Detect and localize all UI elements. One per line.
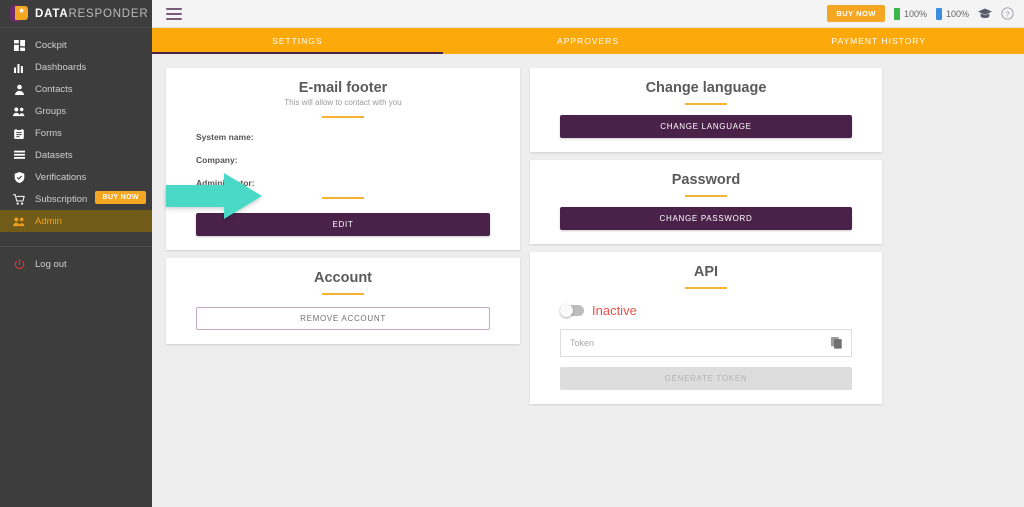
sidebar-item-label: Cockpit bbox=[35, 39, 67, 51]
hamburger-menu-icon[interactable] bbox=[166, 7, 182, 20]
remove-account-button[interactable]: REMOVE ACCOUNT bbox=[196, 307, 490, 330]
bar-chart-icon bbox=[10, 62, 28, 73]
password-card: Password CHANGE PASSWORD bbox=[530, 160, 882, 244]
people-group-icon bbox=[10, 106, 28, 117]
api-status-label: Inactive bbox=[592, 303, 637, 318]
top-bar: BUY NOW 100% 100% ? bbox=[152, 0, 1024, 28]
generate-token-button[interactable]: GENERATE TOKEN bbox=[560, 367, 852, 390]
tab-settings[interactable]: SETTINGS bbox=[152, 28, 443, 54]
card-subtitle: This will allow to contact with you bbox=[284, 98, 402, 107]
sidebar-item-label: Admin bbox=[35, 215, 62, 227]
field-system-name: System name: bbox=[196, 132, 254, 142]
green-battery-icon bbox=[893, 7, 900, 20]
sidebar-item-logout[interactable]: Log out bbox=[0, 253, 152, 275]
sidebar-buy-now-badge[interactable]: BUY NOW bbox=[95, 191, 146, 204]
app-root: ★ DATARESPONDER Cockpit Dashboards Conta… bbox=[0, 0, 1024, 507]
meter-value: 100% bbox=[945, 8, 969, 19]
power-icon bbox=[10, 258, 28, 270]
card-title: Password bbox=[671, 172, 741, 188]
divider-rule bbox=[685, 287, 727, 289]
toggle-knob bbox=[560, 304, 573, 317]
people-group-icon bbox=[10, 216, 28, 227]
divider-rule bbox=[685, 195, 727, 197]
edit-button[interactable]: EDIT bbox=[196, 213, 490, 236]
sidebar-item-dashboards[interactable]: Dashboards bbox=[0, 56, 152, 78]
change-language-button[interactable]: CHANGE LANGUAGE bbox=[560, 115, 852, 138]
sidebar-item-cockpit[interactable]: Cockpit bbox=[0, 34, 152, 56]
api-active-toggle[interactable] bbox=[560, 304, 584, 317]
blue-battery-icon bbox=[935, 7, 942, 20]
sidebar-item-label: Log out bbox=[35, 258, 67, 270]
email-footer-card: E-mail footer This will allow to contact… bbox=[166, 68, 520, 250]
card-title: Change language bbox=[645, 80, 767, 96]
api-toggle-row: Inactive bbox=[560, 303, 852, 318]
sidebar-item-datasets[interactable]: Datasets bbox=[0, 144, 152, 166]
sidebar-item-subscription[interactable]: Subscription BUY NOW bbox=[0, 188, 152, 210]
sidebar: ★ DATARESPONDER Cockpit Dashboards Conta… bbox=[0, 0, 152, 507]
card-title: E-mail footer bbox=[298, 80, 388, 96]
api-token-field[interactable] bbox=[560, 329, 852, 357]
sidebar-item-label: Verifications bbox=[35, 171, 87, 183]
card-title: Account bbox=[314, 270, 372, 286]
top-bar-right-group: BUY NOW 100% 100% ? bbox=[827, 5, 1014, 22]
meter-value: 100% bbox=[903, 8, 927, 19]
svg-text:?: ? bbox=[1005, 9, 1009, 18]
brand-name-bold: DATA bbox=[35, 7, 69, 20]
api-card: API Inactive Token GENERATE TOKEN bbox=[530, 252, 882, 404]
help-circle-icon[interactable]: ? bbox=[1001, 7, 1014, 20]
divider-rule-bottom bbox=[322, 197, 364, 199]
list-lines-icon bbox=[10, 150, 28, 161]
brand-name: DATARESPONDER bbox=[35, 8, 148, 20]
dashboard-grid-icon bbox=[10, 39, 28, 51]
divider-rule bbox=[685, 103, 727, 105]
sidebar-item-label: Dashboards bbox=[35, 61, 87, 73]
field-administrator: Administrator: bbox=[196, 178, 255, 188]
field-company: Company: bbox=[196, 155, 238, 165]
settings-content: E-mail footer This will allow to contact… bbox=[152, 54, 1024, 507]
head-star-logo-icon: ★ bbox=[10, 5, 29, 22]
sidebar-item-label: Forms bbox=[35, 127, 62, 139]
storage-meter-blue: 100% bbox=[935, 7, 969, 20]
account-card: Account REMOVE ACCOUNT bbox=[166, 258, 520, 344]
sidebar-item-verifications[interactable]: Verifications bbox=[0, 166, 152, 188]
tab-payment-history[interactable]: PAYMENT HISTORY bbox=[733, 28, 1024, 54]
change-language-card: Change language CHANGE LANGUAGE bbox=[530, 68, 882, 152]
person-icon bbox=[10, 84, 28, 95]
right-column: Change language CHANGE LANGUAGE Password… bbox=[530, 68, 882, 404]
sidebar-item-label: Groups bbox=[35, 105, 67, 117]
sidebar-nav: Cockpit Dashboards Contacts Groups Forms… bbox=[0, 28, 152, 275]
sidebar-item-forms[interactable]: Forms bbox=[0, 122, 152, 144]
change-password-button[interactable]: CHANGE PASSWORD bbox=[560, 207, 852, 230]
sidebar-divider bbox=[0, 246, 152, 247]
token-input[interactable] bbox=[570, 338, 823, 348]
buy-now-button[interactable]: BUY NOW bbox=[827, 5, 885, 22]
storage-meter-green: 100% bbox=[893, 7, 927, 20]
shield-check-icon bbox=[10, 171, 28, 183]
brand-logo[interactable]: ★ DATARESPONDER bbox=[0, 0, 152, 28]
sidebar-item-contacts[interactable]: Contacts bbox=[0, 78, 152, 100]
sidebar-item-groups[interactable]: Groups bbox=[0, 100, 152, 122]
email-footer-fields: System name: Company: Administrator: bbox=[196, 132, 490, 188]
sidebar-item-admin[interactable]: Admin bbox=[0, 210, 152, 232]
tab-approvers[interactable]: APPROVERS bbox=[443, 28, 734, 54]
card-title: API bbox=[693, 264, 719, 280]
sidebar-item-label: Datasets bbox=[35, 149, 73, 161]
sidebar-item-label: Contacts bbox=[35, 83, 73, 95]
sidebar-item-label: Subscription bbox=[35, 193, 88, 205]
copy-icon[interactable] bbox=[831, 337, 843, 349]
settings-tab-bar: SETTINGS APPROVERS PAYMENT HISTORY bbox=[152, 28, 1024, 54]
divider-rule bbox=[322, 293, 364, 295]
shopping-cart-icon bbox=[10, 193, 28, 205]
clipboard-icon bbox=[10, 127, 28, 139]
divider-rule bbox=[322, 116, 364, 118]
left-column: E-mail footer This will allow to contact… bbox=[166, 68, 520, 344]
main-area: BUY NOW 100% 100% ? SETTINGS APPROVERS P… bbox=[152, 0, 1024, 507]
brand-name-light: RESPONDER bbox=[68, 7, 149, 20]
graduation-cap-icon[interactable] bbox=[978, 8, 992, 20]
